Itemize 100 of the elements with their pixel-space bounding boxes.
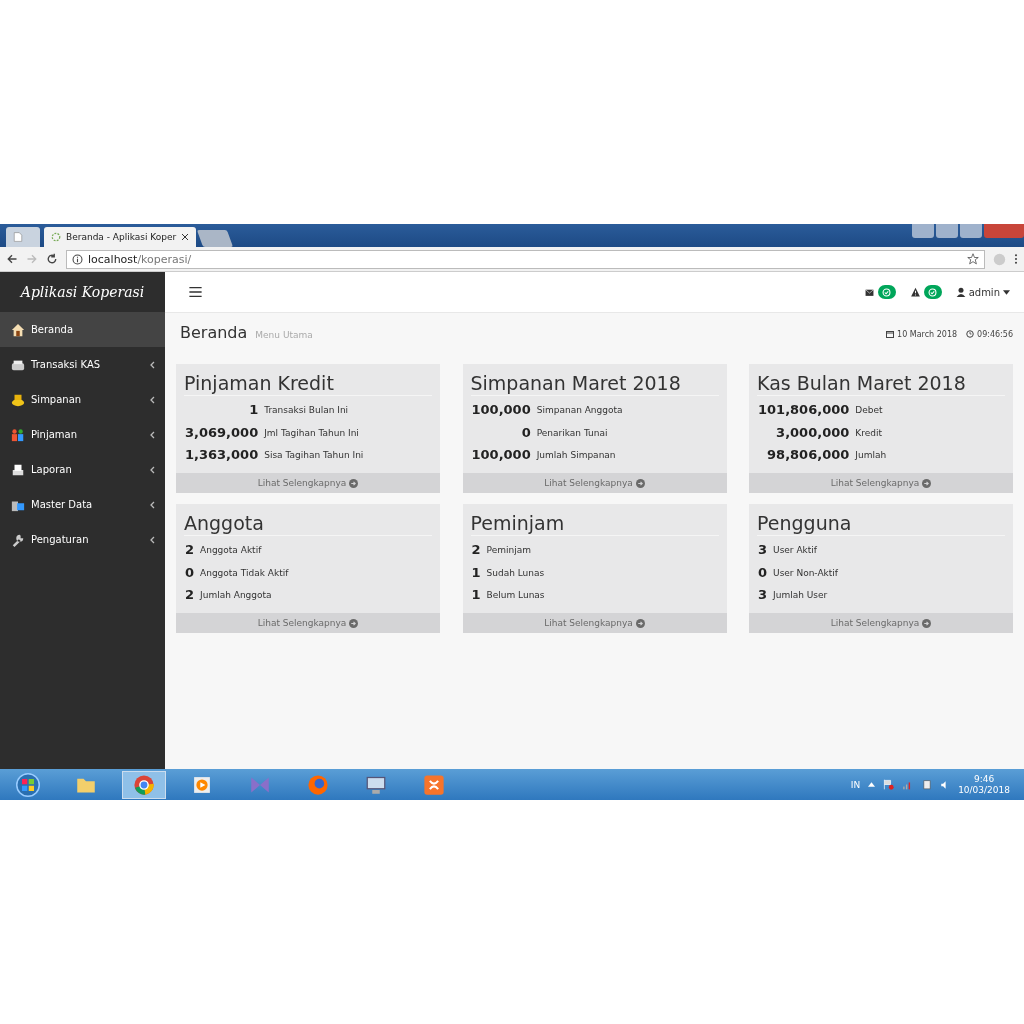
caret-icon xyxy=(1003,289,1010,295)
stat-value: 1 xyxy=(471,586,481,604)
more-link[interactable]: Lihat Selengkapnya xyxy=(176,613,440,633)
stat-label: Penarikan Tunai xyxy=(536,426,609,440)
sidebar-item[interactable]: Transaksi KAS xyxy=(0,347,165,382)
flag-icon xyxy=(883,779,895,790)
arrow-circle-icon xyxy=(635,478,645,488)
stat-value: 100,000 xyxy=(471,401,531,419)
sidebar-item[interactable]: Master Data xyxy=(0,487,165,522)
menu-item-icon xyxy=(10,532,26,547)
time-text: 09:46:56 xyxy=(977,329,1013,339)
stat-value: 3,069,000 xyxy=(185,423,259,442)
close-icon xyxy=(181,233,190,241)
windows-logo-icon xyxy=(16,772,40,797)
reload-icon xyxy=(46,253,58,265)
more-icon xyxy=(1014,253,1018,265)
sidebar-item[interactable]: Pinjaman xyxy=(0,417,165,452)
stat-label: Peminjam xyxy=(486,544,532,557)
user-menu[interactable]: admin xyxy=(955,286,1010,298)
stat-label: Anggota Aktif xyxy=(200,544,263,557)
stat-label: Sudah Lunas xyxy=(486,566,546,580)
menu-item-icon xyxy=(10,322,26,337)
stat-label: Sisa Tagihan Tahun Ini xyxy=(264,449,365,462)
user-icon xyxy=(955,287,966,297)
card-title: Pinjaman Kredit xyxy=(184,372,432,396)
menu-item-icon xyxy=(10,427,26,442)
card-title: Simpanan Maret 2018 xyxy=(470,372,719,396)
card-title: Anggota xyxy=(184,512,432,536)
card-title: Kas Bulan Maret 2018 xyxy=(757,372,1005,396)
warning-icon xyxy=(909,287,921,297)
stat-value: 0 xyxy=(185,563,195,582)
address-field[interactable]: localhost/koperasi/ xyxy=(66,249,985,269)
sidebar-item[interactable]: Laporan xyxy=(0,452,165,487)
stat-label: Transaksi Bulan Ini xyxy=(264,404,350,417)
forward-icon xyxy=(26,253,38,265)
stat-label: User Aktif xyxy=(773,544,818,557)
arrow-circle-icon xyxy=(922,478,932,488)
stat-value: 2 xyxy=(471,541,481,559)
stat-label: Jumlah Simpanan xyxy=(536,449,617,462)
info-icon xyxy=(72,253,83,265)
stat-value: 2 xyxy=(185,586,195,604)
sidebar-item[interactable]: Pengaturan xyxy=(0,522,165,557)
tray-arrow-icon xyxy=(868,782,876,787)
sidebar-item[interactable]: Simpanan xyxy=(0,382,165,417)
stat-label: Jml Tagihan Tahun Ini xyxy=(264,426,360,440)
stat-label: Jumlah Anggota xyxy=(200,589,273,602)
browser-tab[interactable]: Beranda - Aplikasi Koper xyxy=(44,227,197,247)
stat-value: 1 xyxy=(471,563,481,582)
calendar-icon xyxy=(886,330,895,338)
language-indicator[interactable]: IN xyxy=(850,779,861,790)
more-link[interactable]: Lihat Selengkapnya xyxy=(462,473,727,493)
stat-value: 1 xyxy=(248,401,259,419)
stat-value: 3 xyxy=(758,586,768,604)
browser-logo-icon xyxy=(133,773,155,796)
sidebar-item[interactable]: Beranda xyxy=(0,312,165,347)
arrow-circle-icon xyxy=(635,618,645,628)
more-link[interactable]: Lihat Selengkapnya xyxy=(749,473,1013,493)
stat-value: 0 xyxy=(520,423,531,442)
stat-value: 1,363,000 xyxy=(185,446,259,464)
menu-icon xyxy=(187,285,204,299)
new-tab-button[interactable] xyxy=(197,230,234,247)
stat-value: 100,000 xyxy=(471,446,531,464)
arrow-circle-icon xyxy=(922,618,932,628)
menu-item-icon xyxy=(10,462,26,477)
envelope-icon xyxy=(863,287,875,297)
stat-value: 2 xyxy=(185,541,195,559)
page-subtitle: Menu Utama xyxy=(255,330,313,340)
back-icon xyxy=(6,253,18,265)
page-title: Beranda xyxy=(180,323,248,342)
menu-item-icon xyxy=(10,392,26,407)
card-title: Pengguna xyxy=(757,512,1005,536)
more-link[interactable]: Lihat Selengkapnya xyxy=(749,613,1013,633)
taskbar-clock[interactable]: 9:46 10/03/2018 xyxy=(958,773,1018,796)
stat-value: 0 xyxy=(758,563,768,582)
clock-icon xyxy=(966,330,975,338)
stat-label: Simpanan Anggota xyxy=(536,404,624,417)
server-logo-icon xyxy=(423,773,445,796)
monitor-icon xyxy=(365,774,387,795)
stat-label: Jumlah xyxy=(855,449,888,462)
stat-value: 101,806,000 xyxy=(758,401,850,419)
stat-label: Debet xyxy=(855,404,884,417)
check-icon xyxy=(881,286,893,298)
stat-value: 3 xyxy=(758,541,768,559)
arrow-circle-icon xyxy=(349,478,359,488)
star-icon xyxy=(967,253,979,265)
more-link[interactable]: Lihat Selengkapnya xyxy=(176,473,440,493)
stat-value: 98,806,000 xyxy=(766,446,850,464)
app-brand[interactable]: Aplikasi Koperasi xyxy=(20,284,145,300)
date-text: 10 March 2018 xyxy=(897,329,958,339)
taskbar-app[interactable] xyxy=(122,770,166,799)
stat-label: Belum Lunas xyxy=(486,589,546,602)
more-link[interactable]: Lihat Selengkapnya xyxy=(462,613,727,633)
page-icon xyxy=(13,231,23,243)
stat-label: User Non-Aktif xyxy=(773,566,839,580)
stat-label: Anggota Tidak Aktif xyxy=(200,566,290,580)
card-title: Peminjam xyxy=(470,512,719,536)
stat-label: Jumlah User xyxy=(773,589,829,602)
arrow-circle-icon xyxy=(349,618,359,628)
play-icon xyxy=(193,775,211,794)
check-icon xyxy=(927,286,939,298)
